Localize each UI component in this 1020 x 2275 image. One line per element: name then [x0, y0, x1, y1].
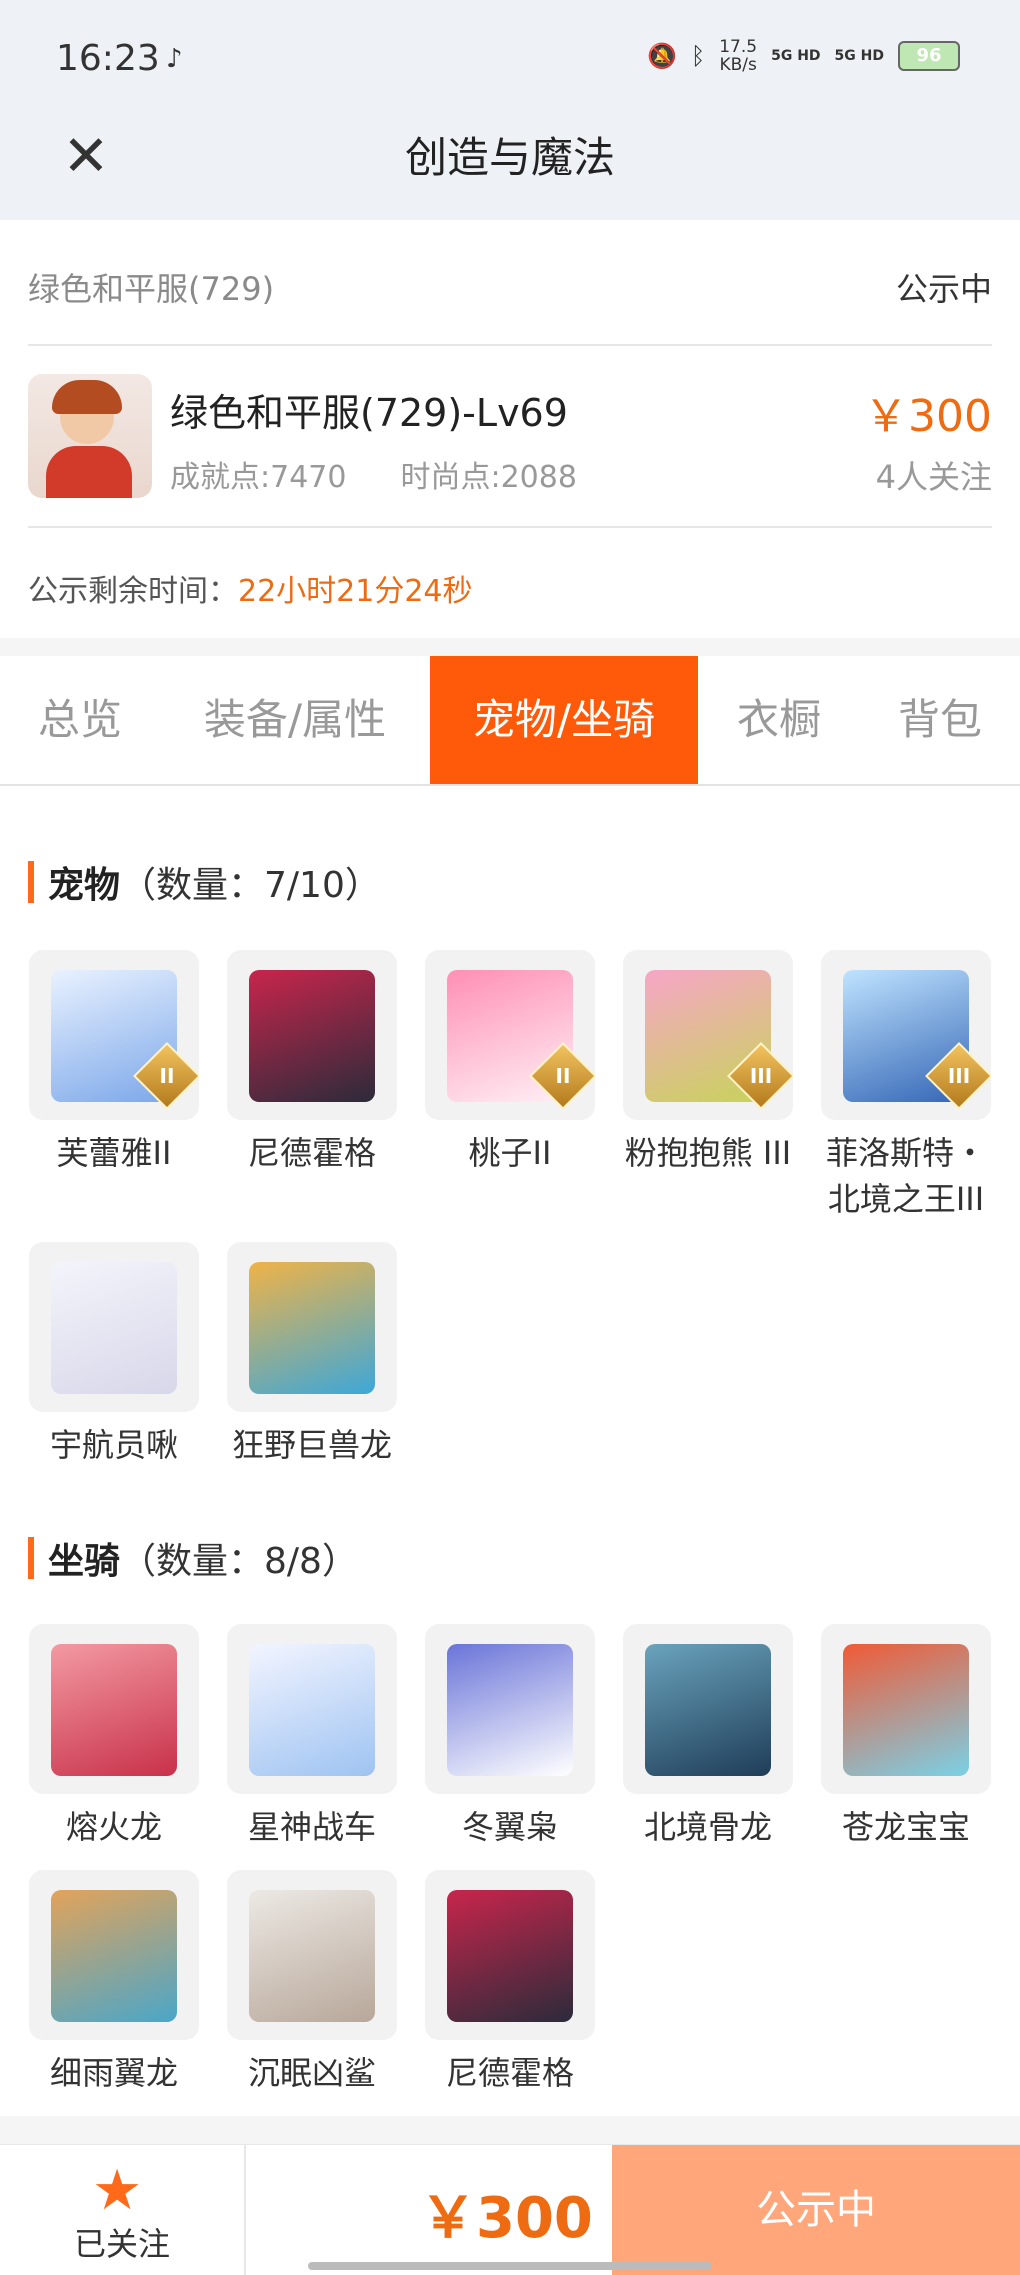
remaining-value: 22小时21分24秒: [238, 574, 473, 609]
mounts-title: 坐骑: [48, 1541, 121, 1582]
mount-item[interactable]: 细雨翼龙: [27, 1870, 201, 2096]
pet-thumbnail: II: [425, 950, 595, 1120]
speed-unit: KB/s: [719, 55, 757, 75]
mount-item[interactable]: 尼德霍格: [423, 1870, 597, 2096]
status-bar: 16:23 ♪ 🔕 ᛒ 17.5 KB/s 5G HD 5G HD 96: [0, 0, 1020, 120]
pet-item[interactable]: 宇航员啾: [27, 1242, 201, 1468]
mount-thumbnail: [227, 1624, 397, 1794]
remaining-time: 公示剩余时间：22小时21分24秒: [28, 566, 473, 610]
status-time: 16:23: [56, 38, 160, 79]
mount-thumbnail: [29, 1870, 199, 2040]
character-name: 绿色和平服(729)-Lv69: [170, 391, 568, 435]
pet-name: 菲洛斯特・北境之王III: [825, 1134, 986, 1218]
divider: [28, 344, 992, 346]
mount-item[interactable]: 北境骨龙: [621, 1624, 795, 1850]
mount-thumbnail: [425, 1624, 595, 1794]
mount-thumbnail: [623, 1624, 793, 1794]
follow-label: 已关注: [73, 2225, 170, 2263]
follow-button[interactable]: ★ 已关注: [0, 2145, 246, 2275]
pet-name: 尼德霍格: [247, 1134, 376, 1172]
mount-item[interactable]: 熔火龙: [27, 1624, 201, 1850]
pets-mounts-content: 宠物 （数量：7/10） II 芙蕾雅II 尼德霍格 II 桃子II III 粉抱…: [0, 786, 1020, 2116]
tab-pets-mounts[interactable]: 宠物/坐骑: [430, 656, 698, 784]
tab-wardrobe[interactable]: 衣橱: [698, 656, 860, 784]
pet-name: 桃子II: [468, 1134, 552, 1172]
mount-name: 星神战车: [247, 1808, 376, 1846]
pet-thumbnail: [227, 950, 397, 1120]
mount-name: 细雨翼龙: [49, 2054, 178, 2092]
network-speed: 17.5 KB/s: [719, 38, 757, 74]
mount-name: 尼德霍格: [445, 2054, 574, 2092]
follower-count: 4人关注: [875, 458, 992, 496]
home-indicator: [308, 2262, 712, 2270]
mount-thumbnail: [425, 1870, 595, 2040]
signal-2: 5G HD: [834, 48, 884, 64]
mount-item[interactable]: 冬翼枭: [423, 1624, 597, 1850]
pet-item[interactable]: III 菲洛斯特・北境之王III: [819, 950, 993, 1222]
tab-backpack[interactable]: 背包: [860, 656, 1020, 784]
character-stats: 成就点:7470 时尚点:2088: [170, 452, 577, 496]
character-price: ￥300: [864, 391, 992, 442]
tab-equipment[interactable]: 装备/属性: [160, 656, 430, 784]
page-title: 创造与魔法: [404, 133, 615, 182]
notification-icon: ♪: [166, 44, 183, 74]
pet-item[interactable]: II 芙蕾雅II: [27, 950, 201, 1176]
character-avatar: [28, 374, 152, 498]
pets-count: （数量：7/10）: [120, 865, 381, 906]
pet-name: 宇航员啾: [49, 1426, 178, 1464]
mount-name: 冬翼枭: [461, 1808, 558, 1846]
bottom-price: ￥300: [420, 2186, 593, 2251]
mount-name: 沉眠凶鲨: [247, 2054, 376, 2092]
header: ✕ 创造与魔法: [0, 110, 1020, 220]
mount-item[interactable]: 星神战车: [225, 1624, 399, 1850]
signal-1: 5G HD: [771, 48, 821, 64]
speed-value: 17.5: [719, 37, 758, 57]
tab-overview[interactable]: 总览: [0, 656, 160, 784]
status-button[interactable]: 公示中: [612, 2145, 1020, 2275]
mount-item[interactable]: 沉眠凶鲨: [225, 1870, 399, 2096]
mounts-count: （数量：8/8）: [120, 1541, 358, 1582]
status-icons: 🔕 ᛒ 17.5 KB/s 5G HD 5G HD 96: [647, 38, 960, 74]
pet-item[interactable]: II 桃子II: [423, 950, 597, 1176]
tab-bar: 总览 装备/属性 宠物/坐骑 衣橱 背包: [0, 656, 1020, 786]
pets-title: 宠物: [48, 865, 121, 906]
fashion-points: 时尚点:2088: [400, 460, 577, 495]
pet-thumbnail: III: [623, 950, 793, 1120]
mount-item[interactable]: 苍龙宝宝: [819, 1624, 993, 1850]
pet-thumbnail: [29, 1242, 199, 1412]
pet-thumbnail: II: [29, 950, 199, 1120]
pet-thumbnail: [227, 1242, 397, 1412]
pet-name: 狂野巨兽龙: [231, 1426, 392, 1464]
mount-thumbnail: [227, 1870, 397, 2040]
mute-icon: 🔕: [646, 42, 677, 70]
pet-name: 粉抱抱熊 III: [624, 1134, 792, 1172]
divider: [28, 526, 992, 528]
listing-status: 公示中: [895, 270, 992, 308]
mount-name: 苍龙宝宝: [841, 1808, 970, 1846]
bluetooth-icon: ᛒ: [690, 42, 706, 70]
pets-section-title: 宠物 （数量：7/10）: [28, 856, 381, 908]
bottom-bar: ★ 已关注 ￥300 公示中: [0, 2144, 1020, 2275]
pet-thumbnail: III: [821, 950, 991, 1120]
pet-item[interactable]: III 粉抱抱熊 III: [621, 950, 795, 1176]
pet-item[interactable]: 狂野巨兽龙: [225, 1242, 399, 1468]
achievement-points: 成就点:7470: [170, 460, 347, 495]
mount-name: 熔火龙: [65, 1808, 162, 1846]
mount-name: 北境骨龙: [643, 1808, 772, 1846]
pet-item[interactable]: 尼德霍格: [225, 950, 399, 1176]
mount-thumbnail: [29, 1624, 199, 1794]
star-icon: ★: [92, 2158, 143, 2223]
remaining-label: 公示剩余时间：: [28, 574, 238, 609]
mounts-section-title: 坐骑 （数量：8/8）: [28, 1532, 358, 1584]
listing-card: 绿色和平服(729) 公示中 绿色和平服(729)-Lv69 ￥300 成就点:…: [0, 220, 1020, 638]
top-bar: 16:23 ♪ 🔕 ᛒ 17.5 KB/s 5G HD 5G HD 96 ✕ 创…: [0, 0, 1020, 220]
server-name: 绿色和平服(729): [28, 270, 275, 308]
mount-thumbnail: [821, 1624, 991, 1794]
pet-name: 芙蕾雅II: [56, 1134, 172, 1172]
battery-icon: 96: [898, 41, 960, 71]
